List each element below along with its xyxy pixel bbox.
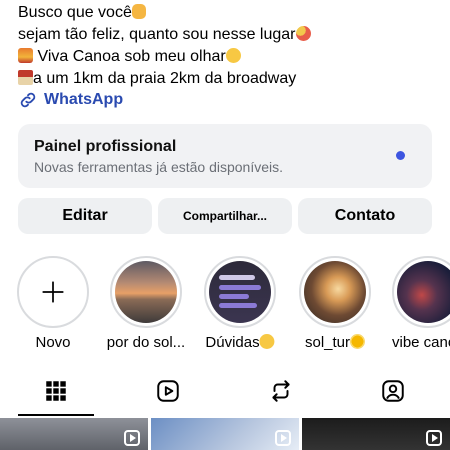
highlight-por-do-sol[interactable]: por do sol... xyxy=(107,256,185,351)
night-photo xyxy=(397,261,450,323)
share-profile-button[interactable]: Compartilhar... xyxy=(158,198,292,234)
profile-tabs xyxy=(0,368,450,416)
highlight-new[interactable]: Novo xyxy=(17,256,89,351)
sunset-photo xyxy=(115,261,177,323)
bio-line-3: Viva Canoa sob meu olhar xyxy=(18,46,438,68)
highlight-label: Dúvidas xyxy=(205,334,275,351)
post-thumbnail[interactable] xyxy=(0,418,148,450)
contact-button[interactable]: Contato xyxy=(298,198,432,234)
panel-title: Painel profissional xyxy=(34,138,177,155)
highlight-ring xyxy=(299,256,371,328)
post-thumbnail[interactable] xyxy=(302,418,450,450)
reposts-icon xyxy=(272,380,290,402)
grid-icon xyxy=(46,381,66,401)
highlight-label: por do sol... xyxy=(106,334,186,351)
active-tab-indicator xyxy=(18,414,94,416)
highlight-vibe-canoa[interactable]: vibe canoa xyxy=(392,256,450,351)
highlight-duvidas[interactable]: Dúvidas xyxy=(204,256,276,351)
highlight-sol-tur[interactable]: sol_tur xyxy=(299,256,371,351)
tab-grid[interactable] xyxy=(43,378,69,404)
fist-emoji-icon xyxy=(131,4,146,19)
reel-icon xyxy=(124,430,140,446)
tab-reels[interactable] xyxy=(155,378,181,404)
professional-dashboard-card[interactable]: Painel profissional Novas ferramentas já… xyxy=(18,124,432,188)
tab-tagged[interactable] xyxy=(380,378,406,404)
reel-icon xyxy=(275,430,291,446)
wink-emoji-icon xyxy=(225,48,241,63)
highlight-ring xyxy=(17,256,89,328)
bio: Busco que você sejam tão feliz, quanto s… xyxy=(18,2,438,90)
reel-icon xyxy=(426,430,442,446)
plus-icon xyxy=(42,281,64,303)
highlight-label: sol_tur xyxy=(305,334,366,351)
whatsapp-link-label: WhatsApp xyxy=(44,91,124,108)
highlight-ring xyxy=(110,256,182,328)
chat-screenshot-photo xyxy=(209,261,271,323)
highlight-label: Novo xyxy=(35,334,71,351)
edit-profile-button[interactable]: Editar xyxy=(18,198,152,234)
sun-emoji-icon xyxy=(350,334,366,349)
tagged-icon xyxy=(382,380,404,402)
reels-icon xyxy=(157,380,179,402)
bio-line-2: sejam tão feliz, quanto sou nesse lugar xyxy=(18,24,438,46)
highlight-ring xyxy=(204,256,276,328)
beach-umbrella-emoji-icon xyxy=(295,26,311,41)
posts-grid xyxy=(0,418,450,450)
house-emoji-icon xyxy=(18,70,33,85)
notification-dot xyxy=(396,151,405,160)
dusk-photo xyxy=(304,261,366,323)
post-thumbnail[interactable] xyxy=(151,418,299,450)
tab-reposts[interactable] xyxy=(268,378,294,404)
whatsapp-link[interactable]: WhatsApp xyxy=(18,88,123,112)
panel-subtitle: Novas ferramentas já estão disponíveis. xyxy=(34,159,284,175)
highlight-ring xyxy=(392,256,450,328)
bio-line-1: Busco que você xyxy=(18,2,438,24)
link-icon xyxy=(20,92,36,108)
sunset-emoji-icon xyxy=(18,48,33,63)
wink-emoji-icon xyxy=(259,334,275,349)
highlight-label: vibe canoa xyxy=(392,334,450,351)
bio-line-4: a um 1km da praia 2km da broadway xyxy=(18,68,438,90)
